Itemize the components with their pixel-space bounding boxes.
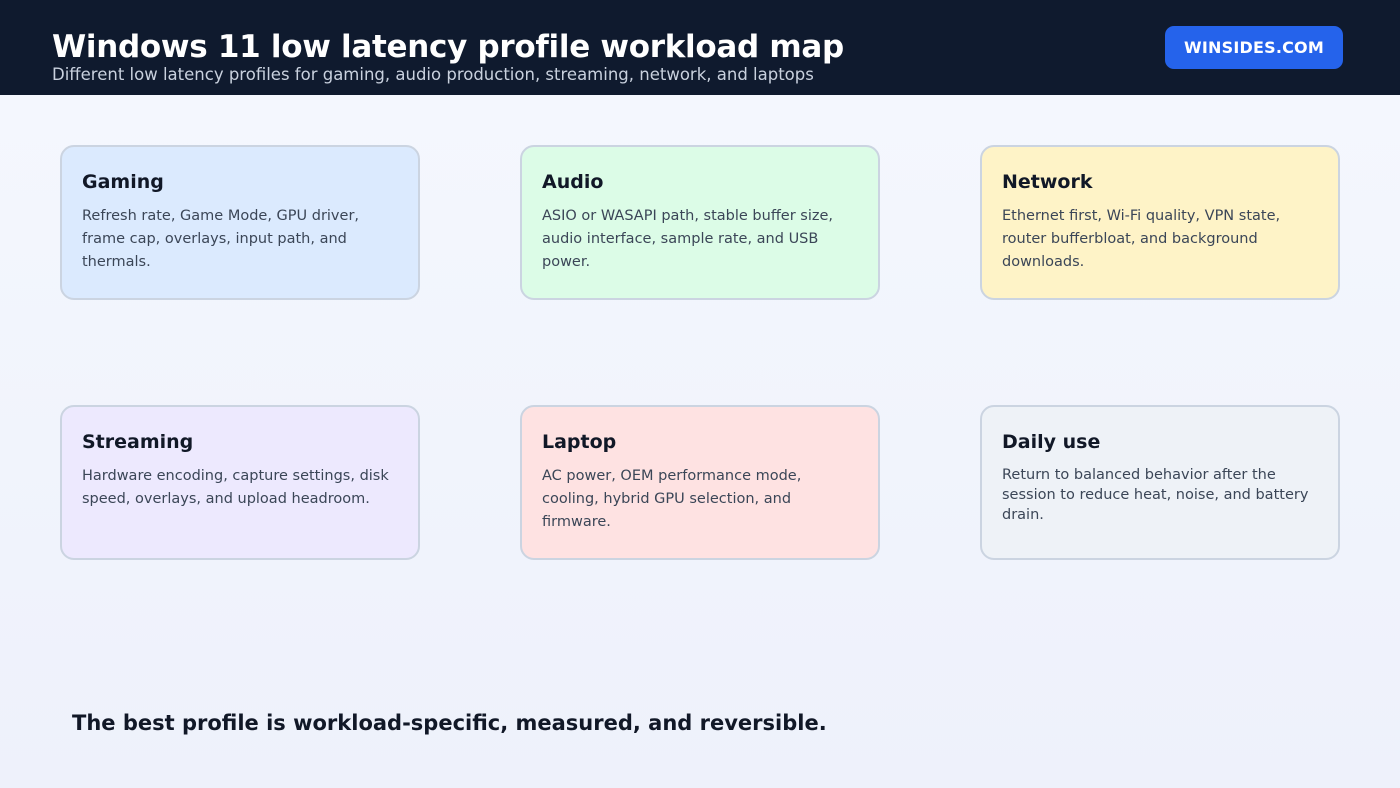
header-bar: Windows 11 low latency profile workload … [0,0,1400,95]
card-description: Hardware encoding, capture settings, dis… [82,468,389,507]
card-daily-use: Daily use Return to balanced behavior af… [980,405,1340,560]
card-title: Gaming [82,171,164,193]
card-title: Daily use [1002,431,1101,453]
card-gaming: Gaming Refresh rate, Game Mode, GPU driv… [60,145,420,300]
card-network: Network Ethernet first, Wi-Fi quality, V… [980,145,1340,300]
card-title: Laptop [542,431,617,453]
card-description: AC power, OEM performance mode, cooling,… [542,468,802,530]
card-streaming: Streaming Hardware encoding, capture set… [60,405,420,560]
card-description: Refresh rate, Game Mode, GPU driver, fra… [82,208,360,270]
page-subtitle: Different low latency profiles for gamin… [52,65,814,84]
card-description: Ethernet first, Wi-Fi quality, VPN state… [1002,208,1281,270]
card-title: Audio [542,171,604,193]
footer-takeaway: The best profile is workload-specific, m… [72,711,827,735]
card-title: Network [1002,171,1093,193]
card-title: Streaming [82,431,194,453]
page-title: Windows 11 low latency profile workload … [52,29,844,65]
card-audio: Audio ASIO or WASAPI path, stable buffer… [520,145,880,300]
brand-link-button[interactable]: WINSIDES.COM [1165,26,1343,69]
card-description: Return to balanced behavior after the se… [1002,467,1309,523]
card-laptop: Laptop AC power, OEM performance mode, c… [520,405,880,560]
card-description: ASIO or WASAPI path, stable buffer size,… [542,208,834,270]
